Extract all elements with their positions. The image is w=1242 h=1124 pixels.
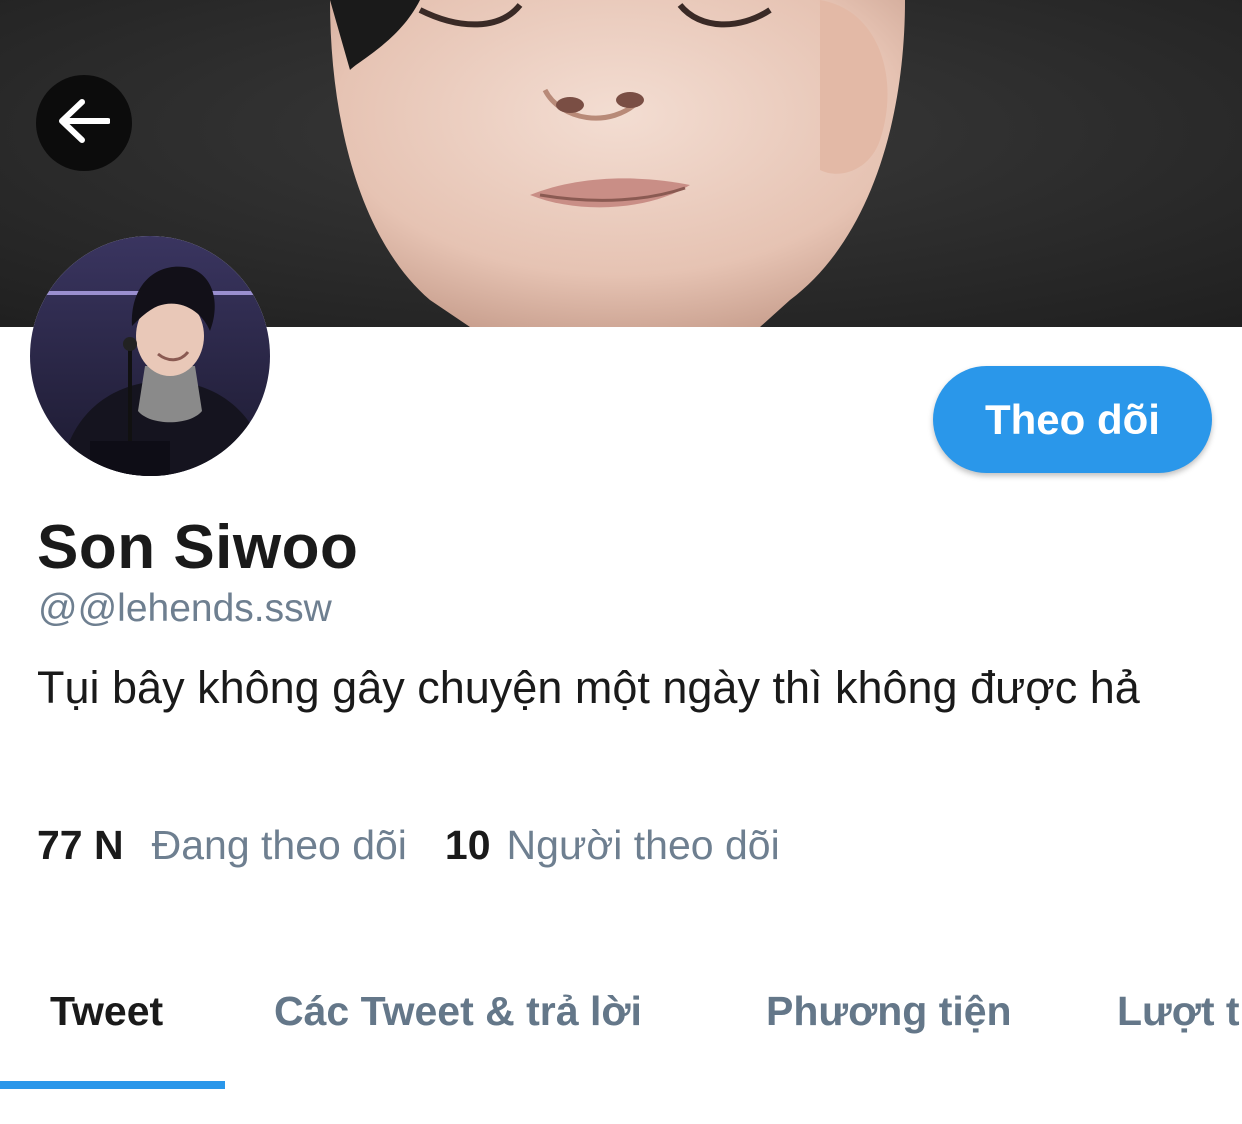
followers-count: 10: [444, 822, 491, 868]
follow-button[interactable]: Theo dõi: [933, 366, 1212, 473]
profile-tabs: Tweet Các Tweet & trả lời Phương tiện Lư…: [0, 960, 1242, 1090]
following-label: Đang theo dõi: [151, 822, 407, 868]
username-handle: @@lehends.ssw: [38, 587, 332, 630]
profile-bio: Tụi bây không gây chuyện một ngày thì kh…: [37, 662, 1140, 713]
tab-media[interactable]: Phương tiện: [766, 988, 1012, 1035]
following-stat[interactable]: 77 N Đang theo dõi: [37, 822, 407, 869]
profile-page: Theo dõi Son Siwoo @@lehends.ssw Tụi bây…: [0, 0, 1242, 1124]
active-tab-indicator: [0, 1081, 225, 1089]
avatar[interactable]: [30, 236, 270, 476]
following-count: 77 N: [37, 822, 124, 868]
arrow-left-icon: [58, 98, 111, 148]
followers-label: Người theo dõi: [506, 822, 780, 868]
tab-tweets-and-replies[interactable]: Các Tweet & trả lời: [274, 988, 642, 1035]
back-button[interactable]: [36, 75, 132, 171]
tab-tweets[interactable]: Tweet: [50, 988, 163, 1035]
display-name: Son Siwoo: [37, 513, 359, 582]
tab-likes[interactable]: Lượt t: [1117, 988, 1240, 1035]
followers-stat[interactable]: 10 Người theo dõi: [445, 822, 780, 869]
follow-stats: 77 N Đang theo dõi 10 Người theo dõi: [37, 822, 780, 869]
